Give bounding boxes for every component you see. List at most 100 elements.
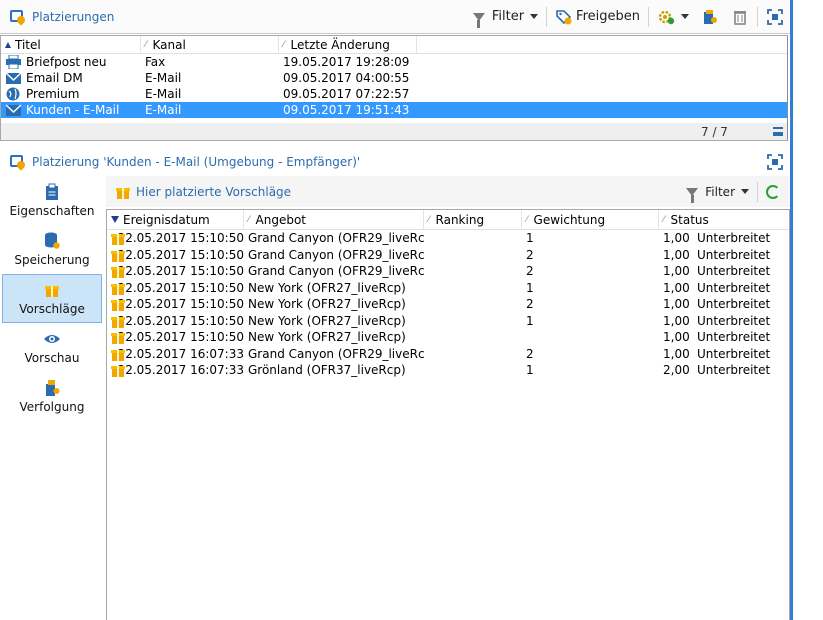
row-offer: Grand Canyon (OFR29_liveRcp)	[248, 231, 424, 246]
row-status: Unterbreitet	[697, 363, 771, 378]
toolbar-separator	[546, 6, 548, 27]
table-row[interactable]: 22.05.2017 15:10:50 New York (OFR27_liveR…	[107, 313, 789, 330]
delete-button[interactable]	[725, 5, 755, 29]
release-button[interactable]: Freigeben	[549, 5, 646, 29]
row-channel: Fax	[145, 55, 166, 69]
tag-icon	[555, 8, 573, 26]
placement-icon	[8, 153, 28, 171]
filter-button[interactable]: Filter	[467, 5, 544, 29]
gift-icon	[111, 363, 125, 378]
row-channel: E-Mail	[145, 103, 182, 117]
sidebar-item-verfolgung[interactable]: Verfolgung	[2, 372, 102, 421]
actions-menu-button[interactable]	[651, 5, 695, 29]
table-row[interactable]: 22.05.2017 16:07:33 Grand Canyon (OFR29_l…	[107, 346, 789, 363]
table-row[interactable]: 22.05.2017 15:10:50 New York (OFR27_liveR…	[107, 280, 789, 297]
row-weight: 1,00	[663, 297, 690, 312]
table-row[interactable]: Email DM E-Mail 09.05.2017 04:00:55	[1, 70, 787, 86]
row-offer: Grand Canyon (OFR29_liveRcp)	[248, 264, 424, 279]
sidebar-item-eigenschaften[interactable]: Eigenschaften	[2, 176, 102, 225]
menu-icon[interactable]	[773, 127, 783, 136]
row-status: Unterbreitet	[697, 346, 771, 361]
placements-footer: 7 / 7	[1, 123, 787, 140]
column-header-modified[interactable]: ⁄ Letzte Änderung	[279, 35, 417, 54]
row-offer: New York (OFR27_liveRcp)	[248, 330, 406, 345]
gift-icon	[111, 281, 125, 295]
column-header-event-date[interactable]: Ereignisdatum	[107, 209, 244, 230]
row-offer: Grand Canyon (OFR29_liveRcp)	[248, 247, 424, 262]
row-weight: 2,00	[663, 363, 690, 378]
row-weight-ranking: 1	[526, 280, 534, 295]
row-weight-ranking: 2	[526, 247, 534, 262]
sort-icon: ⁄	[248, 214, 250, 225]
row-weight-ranking: 2	[526, 297, 534, 312]
filter-button[interactable]: Filter	[680, 180, 755, 204]
row-status: Unterbreitet	[697, 264, 771, 279]
table-row[interactable]: 22.05.2017 15:10:50 New York (OFR27_liveR…	[107, 329, 789, 346]
row-weight: 1,00	[663, 346, 690, 361]
table-row[interactable]: 22.05.2017 16:07:33 Grönland (OFR37_liveR…	[107, 362, 789, 379]
row-status: Unterbreitet	[697, 313, 771, 328]
application-window: Platzierungen Filter Freigeben Titel ⁄ K…	[0, 0, 823, 620]
sort-descending-icon	[111, 216, 119, 223]
column-header-offer[interactable]: ⁄ Angebot	[244, 209, 424, 230]
row-modified: 09.05.2017 04:00:55	[283, 71, 410, 85]
table-row[interactable]: 22.05.2017 15:10:50 Grand Canyon (OFR29_l…	[107, 230, 789, 247]
sidebar-item-speicherung[interactable]: Speicherung	[2, 225, 102, 274]
sidebar-item-vorschlaege[interactable]: Vorschläge	[2, 274, 102, 323]
sort-icon: ⁄	[428, 214, 430, 225]
row-weight-ranking: 2	[526, 264, 534, 279]
filter-icon	[472, 12, 485, 28]
maximize-button[interactable]	[760, 5, 790, 29]
table-row[interactable]: Briefpost neu Fax 19.05.2017 19:28:09	[1, 54, 787, 70]
row-offer: Grönland (OFR37_liveRcp)	[248, 363, 406, 378]
gift-icon	[116, 185, 130, 199]
row-channel: E-Mail	[145, 71, 182, 85]
detail-sidebar: Eigenschaften Speicherung Vorschläge Vor…	[0, 176, 104, 620]
sidebar-item-label: Speicherung	[14, 253, 90, 267]
chevron-down-icon	[681, 14, 689, 19]
row-modified: 09.05.2017 07:22:57	[283, 87, 410, 101]
table-row[interactable]: Premium E-Mail 09.05.2017 07:22:57	[1, 86, 787, 102]
propositions-grid: Ereignisdatum ⁄ Angebot ⁄ Ranking ⁄ Gewicht…	[106, 209, 790, 620]
row-weight-ranking: 1	[526, 231, 534, 246]
table-row[interactable]: 22.05.2017 15:10:50 Grand Canyon (OFR29_l…	[107, 263, 789, 280]
row-status: Unterbreitet	[697, 297, 771, 312]
maximize-icon	[766, 153, 784, 171]
new-document-icon	[701, 8, 719, 26]
row-offer: New York (OFR27_liveRcp)	[248, 313, 406, 328]
propositions-toolbar: Hier platzierte Vorschläge Filter	[106, 176, 790, 207]
row-status: Unterbreitet	[697, 247, 771, 262]
placement-icon	[8, 8, 28, 26]
row-status: Unterbreitet	[697, 231, 771, 246]
table-row-selected[interactable]: Kunden - E-Mail E-Mail 09.05.2017 19:51:…	[1, 102, 787, 118]
globe-icon	[5, 87, 22, 101]
table-row[interactable]: 22.05.2017 15:10:50 New York (OFR27_liveR…	[107, 296, 789, 313]
row-event-date: 22.05.2017 15:10:50	[117, 313, 244, 328]
row-title: Email DM	[26, 70, 83, 85]
maximize-button[interactable]	[760, 150, 790, 174]
sidebar-item-vorschau[interactable]: Vorschau	[2, 323, 102, 372]
row-event-date: 22.05.2017 15:10:50	[117, 330, 244, 345]
database-icon	[44, 232, 60, 250]
gift-icon	[111, 231, 125, 246]
filter-label: Filter	[705, 184, 735, 199]
column-header-status[interactable]: ⁄ Status	[659, 210, 789, 230]
eye-icon	[44, 330, 60, 348]
row-event-date: 22.05.2017 15:10:50	[117, 280, 244, 295]
refresh-icon[interactable]	[766, 184, 780, 199]
column-header-channel[interactable]: ⁄ Kanal	[141, 35, 279, 54]
column-header-ranking[interactable]: ⁄ Ranking	[424, 209, 522, 230]
tracking-icon	[44, 379, 60, 397]
row-modified: 19.05.2017 19:28:09	[283, 55, 410, 69]
chevron-down-icon	[530, 14, 539, 19]
new-placement-button[interactable]	[695, 5, 725, 29]
sidebar-item-label: Vorschläge	[19, 302, 85, 316]
column-header-weight[interactable]: ⁄ Gewichtung	[522, 209, 659, 230]
sort-icon: ⁄	[145, 39, 147, 50]
gift-icon	[111, 264, 125, 279]
envelope-icon	[5, 71, 22, 85]
table-row[interactable]: 22.05.2017 15:10:50 Grand Canyon (OFR29_l…	[107, 247, 789, 264]
sort-icon: ⁄	[283, 39, 285, 50]
column-header-title[interactable]: Titel	[1, 35, 141, 54]
placement-detail-panel: Platzierung 'Kunden - E-Mail (Umgebung -…	[0, 148, 790, 620]
